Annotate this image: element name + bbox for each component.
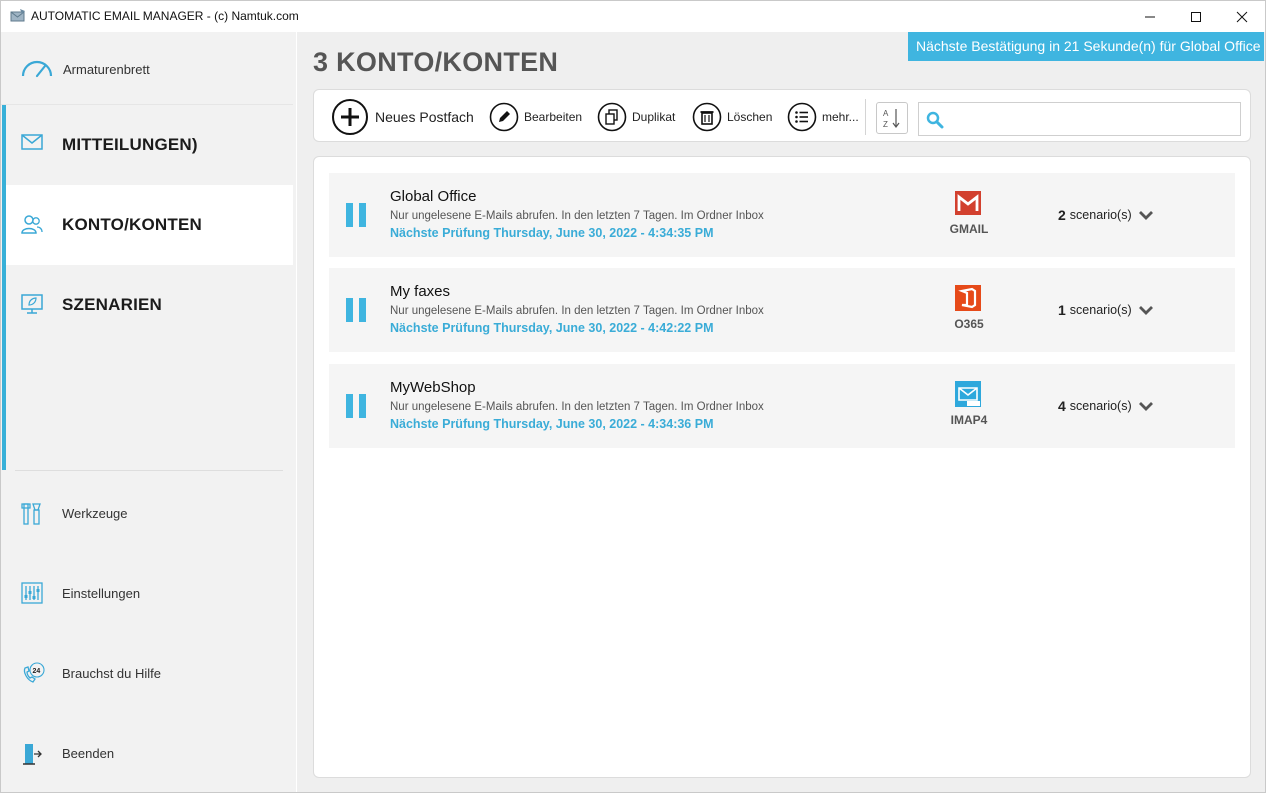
duplicate-button[interactable]: Duplikat bbox=[597, 90, 675, 143]
maximize-icon bbox=[1191, 11, 1201, 22]
users-icon bbox=[21, 215, 43, 234]
scenarios-toggle[interactable]: 4 scenario(s) bbox=[1058, 398, 1154, 414]
edit-button[interactable]: Bearbeiten bbox=[489, 90, 582, 143]
provider-label: GMAIL bbox=[949, 222, 989, 236]
scenario-label: scenario(s) bbox=[1069, 208, 1132, 222]
account-description: Nur ungelesene E-Mails abrufen. In den l… bbox=[390, 401, 764, 413]
delete-label: Löschen bbox=[727, 109, 773, 124]
next-check-banner: Nächste Bestätigung in 21 Sekunde(n) für… bbox=[908, 32, 1264, 61]
phone-24-icon: 24 bbox=[23, 662, 45, 683]
account-row[interactable]: My faxes Nur ungelesene E-Mails abrufen.… bbox=[329, 268, 1235, 352]
trash-icon bbox=[692, 102, 722, 131]
scenario-count: 1 bbox=[1058, 302, 1066, 318]
svg-text:24: 24 bbox=[33, 668, 41, 675]
scenarios-toggle[interactable]: 1 scenario(s) bbox=[1058, 302, 1154, 318]
account-name: MyWebShop bbox=[390, 379, 476, 396]
sort-az-button[interactable]: A Z bbox=[876, 102, 908, 134]
toolbar: Neues Postfach Bearbeiten Duplikat Lösch… bbox=[313, 89, 1251, 142]
gmail-icon bbox=[955, 191, 981, 215]
pause-icon[interactable] bbox=[346, 203, 368, 227]
account-next-check: Nächste Prüfung Thursday, June 30, 2022 … bbox=[390, 226, 714, 240]
sidebar-item-label: MITTEILUNGEN) bbox=[62, 135, 198, 154]
new-mailbox-label: Neues Postfach bbox=[375, 108, 474, 125]
delete-button[interactable]: Löschen bbox=[692, 90, 772, 143]
toolbar-separator bbox=[865, 99, 866, 135]
scenario-count: 2 bbox=[1058, 207, 1066, 223]
speedometer-icon bbox=[21, 60, 53, 78]
svg-text:Z: Z bbox=[883, 120, 888, 129]
account-name: Global Office bbox=[390, 188, 477, 205]
list-icon bbox=[787, 102, 817, 131]
search-box bbox=[918, 102, 1241, 136]
scenarios-toggle[interactable]: 2 scenario(s) bbox=[1058, 207, 1154, 223]
svg-text:A: A bbox=[883, 109, 889, 118]
provider-label: IMAP4 bbox=[950, 413, 988, 427]
edit-label: Bearbeiten bbox=[524, 109, 583, 124]
pause-icon[interactable] bbox=[346, 394, 368, 418]
sidebar-item-label: Brauchst du Hilfe bbox=[62, 666, 161, 681]
account-row[interactable]: Global Office Nur ungelesene E-Mails abr… bbox=[329, 173, 1235, 257]
sidebar-item-accounts[interactable]: KONTO/KONTEN bbox=[6, 185, 293, 265]
exit-door-icon bbox=[23, 744, 42, 765]
sidebar-divider bbox=[15, 470, 283, 471]
pause-icon[interactable] bbox=[346, 298, 368, 322]
pencil-icon bbox=[489, 102, 519, 131]
account-description: Nur ungelesene E-Mails abrufen. In den l… bbox=[390, 305, 764, 317]
sort-az-icon: A Z bbox=[883, 109, 900, 129]
account-name: My faxes bbox=[390, 283, 451, 300]
chevron-down-icon bbox=[1138, 402, 1153, 411]
maximize-button[interactable] bbox=[1173, 1, 1219, 32]
title-bar: AUTOMATIC EMAIL MANAGER - (c) Namtuk.com bbox=[1, 1, 1265, 32]
sidebar-item-label: KONTO/KONTEN bbox=[62, 215, 202, 234]
chevron-down-icon bbox=[1138, 306, 1153, 315]
sliders-icon bbox=[21, 582, 43, 604]
sidebar-item-settings[interactable]: Einstellungen bbox=[1, 574, 293, 614]
envelope-icon bbox=[21, 134, 43, 150]
more-button[interactable]: mehr... bbox=[787, 90, 859, 143]
sidebar-item-label: Einstellungen bbox=[62, 586, 141, 601]
sidebar-item-messages[interactable]: MITTEILUNGEN) bbox=[6, 105, 293, 185]
app-logo-icon bbox=[10, 9, 25, 22]
scenario-label: scenario(s) bbox=[1069, 399, 1132, 413]
chevron-down-icon bbox=[1138, 211, 1153, 220]
sidebar-item-scenarios[interactable]: SZENARIEN bbox=[6, 265, 293, 345]
accounts-list: Global Office Nur ungelesene E-Mails abr… bbox=[313, 156, 1251, 778]
provider-label: O365 bbox=[954, 317, 984, 331]
duplicate-icon bbox=[597, 102, 627, 131]
app-window: AUTOMATIC EMAIL MANAGER - (c) Namtuk.com… bbox=[0, 0, 1266, 793]
scenario-count: 4 bbox=[1058, 398, 1066, 414]
new-mailbox-button[interactable]: Neues Postfach bbox=[331, 90, 474, 143]
duplicate-label: Duplikat bbox=[632, 109, 676, 124]
account-next-check: Nächste Prüfung Thursday, June 30, 2022 … bbox=[390, 321, 714, 335]
sidebar-item-tools[interactable]: Werkzeuge bbox=[1, 494, 293, 534]
sidebar: Armaturenbrett MITTEILUNGEN) KONTO/KONTE… bbox=[1, 32, 296, 792]
search-icon bbox=[926, 111, 944, 129]
account-row[interactable]: MyWebShop Nur ungelesene E-Mails abrufen… bbox=[329, 364, 1235, 448]
window-title: AUTOMATIC EMAIL MANAGER - (c) Namtuk.com bbox=[31, 9, 299, 23]
minimize-button[interactable] bbox=[1127, 1, 1173, 32]
close-button[interactable] bbox=[1219, 1, 1265, 32]
sidebar-item-label: Beenden bbox=[62, 746, 115, 761]
tools-icon bbox=[21, 503, 41, 525]
minimize-icon bbox=[1145, 16, 1155, 17]
sidebar-item-exit[interactable]: Beenden bbox=[1, 734, 293, 774]
search-input[interactable] bbox=[949, 107, 1234, 131]
account-description: Nur ungelesene E-Mails abrufen. In den l… bbox=[390, 210, 764, 222]
page-title: 3 KONTO/KONTEN bbox=[313, 47, 559, 77]
office365-icon bbox=[955, 285, 981, 311]
monitor-leaf-icon bbox=[21, 294, 43, 314]
sidebar-item-label: SZENARIEN bbox=[62, 295, 163, 314]
sidebar-item-dashboard[interactable]: Armaturenbrett bbox=[1, 32, 293, 104]
close-icon bbox=[1236, 11, 1248, 22]
imap-icon bbox=[955, 381, 981, 407]
main-content: 3 KONTO/KONTEN Nächste Bestätigung in 21… bbox=[297, 32, 1265, 792]
scenario-label: scenario(s) bbox=[1069, 303, 1132, 317]
sidebar-item-help[interactable]: 24 Brauchst du Hilfe bbox=[1, 654, 293, 694]
sidebar-item-label: Werkzeuge bbox=[62, 506, 128, 521]
account-next-check: Nächste Prüfung Thursday, June 30, 2022 … bbox=[390, 417, 714, 431]
sidebar-dashboard-label: Armaturenbrett bbox=[63, 62, 150, 77]
more-label: mehr... bbox=[822, 109, 859, 124]
plus-circle-icon bbox=[332, 98, 368, 135]
